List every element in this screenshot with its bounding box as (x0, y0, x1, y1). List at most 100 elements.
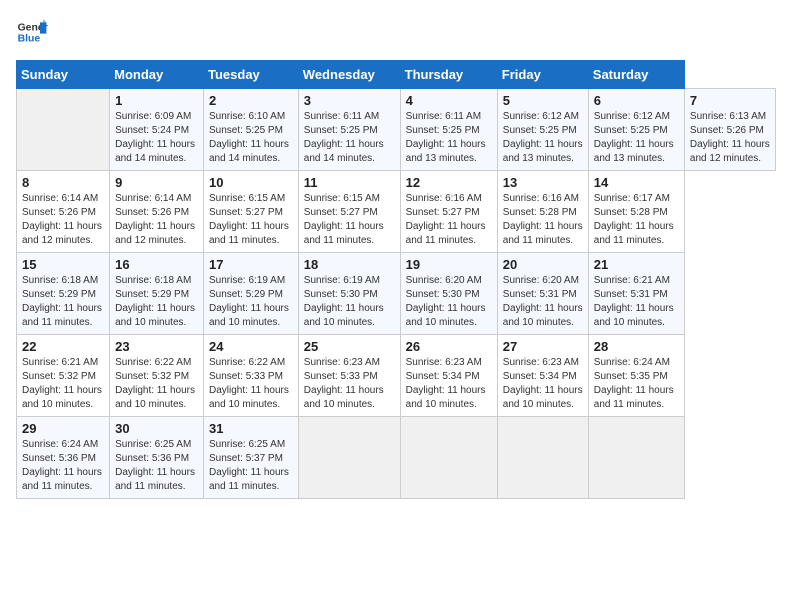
day-detail: Sunrise: 6:22 AM Sunset: 5:32 PM Dayligh… (115, 356, 198, 412)
calendar-cell: 13 Sunrise: 6:16 AM Sunset: 5:28 PM Dayl… (497, 171, 588, 253)
day-number: 21 (594, 257, 679, 272)
day-number: 13 (503, 175, 583, 190)
calendar-cell (17, 89, 110, 171)
calendar-cell: 30 Sunrise: 6:25 AM Sunset: 5:36 PM Dayl… (110, 417, 204, 499)
header-monday: Monday (110, 61, 204, 89)
day-detail: Sunrise: 6:16 AM Sunset: 5:28 PM Dayligh… (503, 192, 583, 248)
day-detail: Sunrise: 6:23 AM Sunset: 5:34 PM Dayligh… (406, 356, 492, 412)
day-number: 25 (304, 339, 395, 354)
calendar-cell: 18 Sunrise: 6:19 AM Sunset: 5:30 PM Dayl… (298, 253, 400, 335)
day-detail: Sunrise: 6:16 AM Sunset: 5:27 PM Dayligh… (406, 192, 492, 248)
calendar-cell (497, 417, 588, 499)
calendar-cell: 8 Sunrise: 6:14 AM Sunset: 5:26 PM Dayli… (17, 171, 110, 253)
day-detail: Sunrise: 6:14 AM Sunset: 5:26 PM Dayligh… (115, 192, 198, 248)
calendar-cell: 20 Sunrise: 6:20 AM Sunset: 5:31 PM Dayl… (497, 253, 588, 335)
day-number: 8 (22, 175, 104, 190)
calendar-cell: 16 Sunrise: 6:18 AM Sunset: 5:29 PM Dayl… (110, 253, 204, 335)
calendar-cell: 22 Sunrise: 6:21 AM Sunset: 5:32 PM Dayl… (17, 335, 110, 417)
day-number: 3 (304, 93, 395, 108)
calendar-header-row: SundayMondayTuesdayWednesdayThursdayFrid… (17, 61, 776, 89)
day-detail: Sunrise: 6:18 AM Sunset: 5:29 PM Dayligh… (115, 274, 198, 330)
day-number: 15 (22, 257, 104, 272)
day-number: 27 (503, 339, 583, 354)
day-number: 14 (594, 175, 679, 190)
calendar-cell: 17 Sunrise: 6:19 AM Sunset: 5:29 PM Dayl… (204, 253, 299, 335)
day-number: 31 (209, 421, 293, 436)
calendar-week-1: 1 Sunrise: 6:09 AM Sunset: 5:24 PM Dayli… (17, 89, 776, 171)
calendar-cell (298, 417, 400, 499)
logo: General Blue (16, 16, 48, 48)
day-number: 22 (22, 339, 104, 354)
day-detail: Sunrise: 6:20 AM Sunset: 5:31 PM Dayligh… (503, 274, 583, 330)
day-detail: Sunrise: 6:24 AM Sunset: 5:36 PM Dayligh… (22, 438, 104, 494)
header: General Blue (16, 16, 776, 48)
day-detail: Sunrise: 6:11 AM Sunset: 5:25 PM Dayligh… (304, 110, 395, 166)
day-number: 18 (304, 257, 395, 272)
day-detail: Sunrise: 6:23 AM Sunset: 5:33 PM Dayligh… (304, 356, 395, 412)
day-detail: Sunrise: 6:15 AM Sunset: 5:27 PM Dayligh… (209, 192, 293, 248)
calendar-cell: 12 Sunrise: 6:16 AM Sunset: 5:27 PM Dayl… (400, 171, 497, 253)
day-detail: Sunrise: 6:11 AM Sunset: 5:25 PM Dayligh… (406, 110, 492, 166)
header-sunday: Sunday (17, 61, 110, 89)
day-number: 10 (209, 175, 293, 190)
calendar-cell: 6 Sunrise: 6:12 AM Sunset: 5:25 PM Dayli… (588, 89, 684, 171)
calendar-cell: 27 Sunrise: 6:23 AM Sunset: 5:34 PM Dayl… (497, 335, 588, 417)
calendar-cell: 21 Sunrise: 6:21 AM Sunset: 5:31 PM Dayl… (588, 253, 684, 335)
day-detail: Sunrise: 6:15 AM Sunset: 5:27 PM Dayligh… (304, 192, 395, 248)
day-detail: Sunrise: 6:10 AM Sunset: 5:25 PM Dayligh… (209, 110, 293, 166)
calendar-week-3: 15 Sunrise: 6:18 AM Sunset: 5:29 PM Dayl… (17, 253, 776, 335)
calendar-week-4: 22 Sunrise: 6:21 AM Sunset: 5:32 PM Dayl… (17, 335, 776, 417)
header-thursday: Thursday (400, 61, 497, 89)
day-detail: Sunrise: 6:18 AM Sunset: 5:29 PM Dayligh… (22, 274, 104, 330)
day-number: 6 (594, 93, 679, 108)
header-saturday: Saturday (588, 61, 684, 89)
calendar-week-2: 8 Sunrise: 6:14 AM Sunset: 5:26 PM Dayli… (17, 171, 776, 253)
calendar-cell: 23 Sunrise: 6:22 AM Sunset: 5:32 PM Dayl… (110, 335, 204, 417)
calendar-cell: 24 Sunrise: 6:22 AM Sunset: 5:33 PM Dayl… (204, 335, 299, 417)
day-detail: Sunrise: 6:25 AM Sunset: 5:37 PM Dayligh… (209, 438, 293, 494)
calendar-cell: 11 Sunrise: 6:15 AM Sunset: 5:27 PM Dayl… (298, 171, 400, 253)
calendar-table: SundayMondayTuesdayWednesdayThursdayFrid… (16, 60, 776, 499)
day-number: 26 (406, 339, 492, 354)
day-number: 19 (406, 257, 492, 272)
day-number: 29 (22, 421, 104, 436)
day-detail: Sunrise: 6:21 AM Sunset: 5:31 PM Dayligh… (594, 274, 679, 330)
day-detail: Sunrise: 6:12 AM Sunset: 5:25 PM Dayligh… (594, 110, 679, 166)
day-detail: Sunrise: 6:17 AM Sunset: 5:28 PM Dayligh… (594, 192, 679, 248)
calendar-cell: 5 Sunrise: 6:12 AM Sunset: 5:25 PM Dayli… (497, 89, 588, 171)
calendar-cell (588, 417, 684, 499)
day-number: 5 (503, 93, 583, 108)
day-number: 16 (115, 257, 198, 272)
calendar-cell: 29 Sunrise: 6:24 AM Sunset: 5:36 PM Dayl… (17, 417, 110, 499)
day-detail: Sunrise: 6:24 AM Sunset: 5:35 PM Dayligh… (594, 356, 679, 412)
header-tuesday: Tuesday (204, 61, 299, 89)
calendar-cell: 9 Sunrise: 6:14 AM Sunset: 5:26 PM Dayli… (110, 171, 204, 253)
day-number: 4 (406, 93, 492, 108)
day-detail: Sunrise: 6:09 AM Sunset: 5:24 PM Dayligh… (115, 110, 198, 166)
day-detail: Sunrise: 6:25 AM Sunset: 5:36 PM Dayligh… (115, 438, 198, 494)
day-number: 20 (503, 257, 583, 272)
calendar-cell: 28 Sunrise: 6:24 AM Sunset: 5:35 PM Dayl… (588, 335, 684, 417)
calendar-cell: 1 Sunrise: 6:09 AM Sunset: 5:24 PM Dayli… (110, 89, 204, 171)
day-number: 7 (690, 93, 770, 108)
calendar-week-5: 29 Sunrise: 6:24 AM Sunset: 5:36 PM Dayl… (17, 417, 776, 499)
calendar-cell: 14 Sunrise: 6:17 AM Sunset: 5:28 PM Dayl… (588, 171, 684, 253)
day-number: 2 (209, 93, 293, 108)
day-number: 28 (594, 339, 679, 354)
calendar-cell: 2 Sunrise: 6:10 AM Sunset: 5:25 PM Dayli… (204, 89, 299, 171)
calendar-cell: 3 Sunrise: 6:11 AM Sunset: 5:25 PM Dayli… (298, 89, 400, 171)
day-detail: Sunrise: 6:14 AM Sunset: 5:26 PM Dayligh… (22, 192, 104, 248)
day-number: 24 (209, 339, 293, 354)
calendar-cell: 26 Sunrise: 6:23 AM Sunset: 5:34 PM Dayl… (400, 335, 497, 417)
calendar-cell: 7 Sunrise: 6:13 AM Sunset: 5:26 PM Dayli… (684, 89, 775, 171)
calendar-cell: 19 Sunrise: 6:20 AM Sunset: 5:30 PM Dayl… (400, 253, 497, 335)
day-number: 1 (115, 93, 198, 108)
header-friday: Friday (497, 61, 588, 89)
day-detail: Sunrise: 6:19 AM Sunset: 5:30 PM Dayligh… (304, 274, 395, 330)
day-detail: Sunrise: 6:20 AM Sunset: 5:30 PM Dayligh… (406, 274, 492, 330)
day-number: 12 (406, 175, 492, 190)
calendar-cell: 31 Sunrise: 6:25 AM Sunset: 5:37 PM Dayl… (204, 417, 299, 499)
day-detail: Sunrise: 6:23 AM Sunset: 5:34 PM Dayligh… (503, 356, 583, 412)
day-detail: Sunrise: 6:22 AM Sunset: 5:33 PM Dayligh… (209, 356, 293, 412)
svg-text:Blue: Blue (18, 34, 41, 45)
